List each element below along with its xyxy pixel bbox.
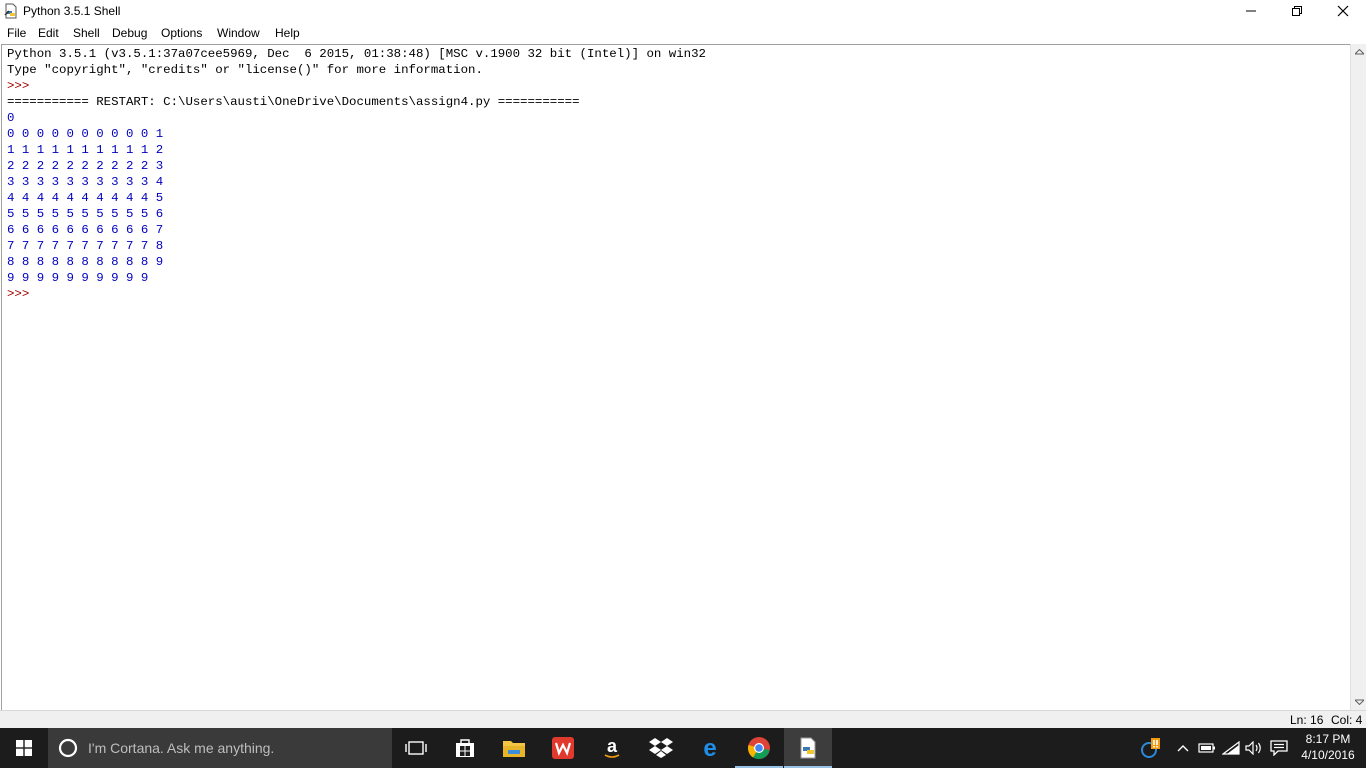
output-line: 3 3 3 3 3 3 3 3 3 3 4 — [7, 175, 164, 189]
window-title: Python 3.5.1 Shell — [23, 4, 121, 18]
edge-button[interactable]: e — [686, 728, 734, 768]
battery-icon[interactable] — [1197, 738, 1217, 758]
file-explorer-button[interactable] — [490, 728, 538, 768]
svg-text:a: a — [607, 736, 618, 756]
restart-line: =========== RESTART: C:\Users\austi\OneD… — [7, 95, 580, 109]
shell-prompt[interactable]: >>> — [7, 286, 29, 302]
status-line-number: Ln: 16 — [1290, 713, 1324, 727]
clock-date: 4/10/2016 — [1301, 748, 1355, 762]
start-button[interactable] — [0, 728, 48, 768]
show-hidden-icons-chevron-icon[interactable] — [1173, 738, 1193, 758]
svg-text:e: e — [703, 736, 716, 760]
minimize-button[interactable] — [1228, 0, 1274, 22]
store-button[interactable] — [441, 728, 489, 768]
menu-bar: File Edit Shell Debug Options Window Hel… — [0, 22, 1366, 43]
store-icon — [456, 739, 474, 757]
menu-file[interactable]: File — [7, 26, 26, 40]
python-idle-icon — [800, 737, 816, 759]
clock-time: 8:17 PM — [1305, 732, 1351, 746]
taskbar-clock[interactable]: 8:17 PM 4/10/2016 — [1296, 731, 1360, 763]
dropbox-icon — [649, 738, 673, 758]
taskbar: I'm Cortana. Ask me anything. a e 8:17 P… — [0, 728, 1366, 768]
output-line: 6 6 6 6 6 6 6 6 6 6 7 — [7, 223, 164, 237]
shell-header-line: Python 3.5.1 (v3.5.1:37a07cee5969, Dec 6… — [7, 47, 706, 61]
network-warning-icon[interactable] — [1140, 738, 1160, 758]
shell-prompt: >>> — [7, 79, 30, 93]
cortana-circle-icon — [58, 738, 78, 758]
output-line: 4 4 4 4 4 4 4 4 4 4 5 — [7, 191, 164, 205]
output-line: 5 5 5 5 5 5 5 5 5 5 6 — [7, 207, 164, 221]
menu-help[interactable]: Help — [275, 26, 300, 40]
amazon-button[interactable]: a — [588, 728, 636, 768]
windows-logo-icon — [16, 740, 32, 756]
task-view-button[interactable] — [392, 728, 440, 768]
cortana-search-box[interactable]: I'm Cortana. Ask me anything. — [48, 728, 392, 768]
restore-button[interactable] — [1274, 0, 1320, 22]
output-line: 7 7 7 7 7 7 7 7 7 7 8 — [7, 239, 164, 253]
status-bar: Ln: 16 Col: 4 — [0, 710, 1366, 729]
output-line: 2 2 2 2 2 2 2 2 2 2 3 — [7, 159, 164, 173]
output-line: 0 — [7, 111, 15, 125]
wifi-icon[interactable] — [1221, 738, 1241, 758]
menu-shell[interactable]: Shell — [73, 26, 100, 40]
edge-icon: e — [703, 736, 716, 760]
scroll-down-arrow-icon[interactable] — [1351, 694, 1366, 710]
dropbox-button[interactable] — [637, 728, 685, 768]
chrome-icon — [747, 737, 770, 760]
output-line: 0 0 0 0 0 0 0 0 0 0 1 — [7, 127, 164, 141]
python-idle-taskbar-button[interactable] — [784, 728, 832, 768]
wps-office-button[interactable] — [539, 728, 587, 768]
folder-icon — [503, 741, 525, 757]
wps-office-icon — [552, 737, 574, 759]
menu-debug[interactable]: Debug — [112, 26, 147, 40]
chrome-button[interactable] — [735, 728, 783, 768]
menu-window[interactable]: Window — [217, 26, 260, 40]
shell-header-line: Type "copyright", "credits" or "license(… — [7, 63, 483, 77]
menu-edit[interactable]: Edit — [38, 26, 59, 40]
output-line: 1 1 1 1 1 1 1 1 1 1 2 — [7, 143, 164, 157]
cortana-placeholder: I'm Cortana. Ask me anything. — [88, 740, 275, 756]
task-view-icon — [405, 741, 427, 755]
python-idle-icon[interactable] — [3, 3, 19, 19]
shell-text-area[interactable]: Python 3.5.1 (v3.5.1:37a07cee5969, Dec 6… — [1, 44, 1350, 710]
output-line: 8 8 8 8 8 8 8 8 8 8 9 — [7, 255, 164, 269]
action-center-icon[interactable] — [1269, 738, 1289, 758]
output-line: 9 9 9 9 9 9 9 9 9 9 — [7, 271, 149, 285]
title-bar: Python 3.5.1 Shell — [0, 0, 1366, 22]
scroll-up-arrow-icon[interactable] — [1351, 44, 1366, 60]
amazon-icon: a — [604, 736, 620, 758]
close-button[interactable] — [1320, 0, 1366, 22]
menu-options[interactable]: Options — [161, 26, 202, 40]
vertical-scrollbar[interactable] — [1350, 44, 1366, 710]
status-column-number: Col: 4 — [1331, 713, 1363, 727]
volume-icon[interactable] — [1244, 738, 1264, 758]
